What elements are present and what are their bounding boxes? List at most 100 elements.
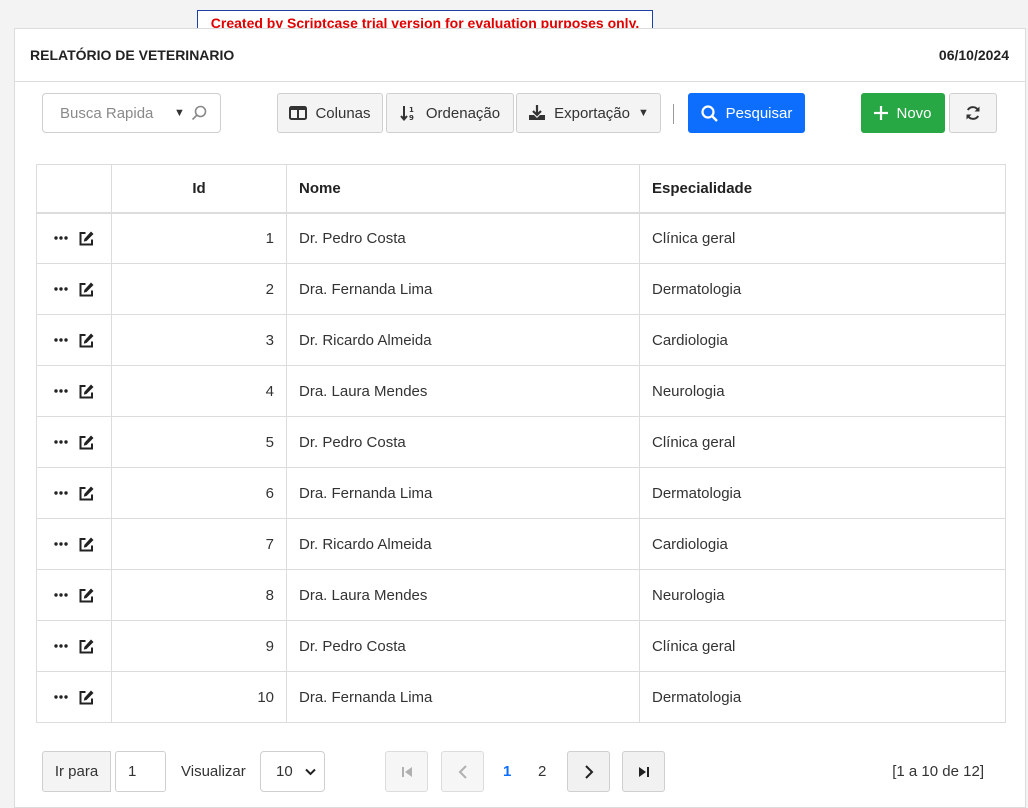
cell-specialty: Clínica geral [639,620,1006,672]
edit-icon[interactable] [78,689,95,706]
search-button[interactable]: Pesquisar [688,93,805,133]
cell-id: 6 [111,467,287,519]
previous-page-button[interactable] [441,751,484,792]
chevron-down-icon [305,763,316,780]
actions-header [36,164,112,214]
page-size-value: 10 [276,763,293,780]
table-row: 5 Dr. Pedro Costa Clínica geral [36,416,1006,468]
page-size-select[interactable]: 10 [260,751,325,792]
row-actions [49,689,99,706]
next-page-button[interactable] [567,751,610,792]
page-title: RELATÓRIO DE VETERINARIO [30,47,235,63]
more-options-icon[interactable] [54,695,68,699]
cell-name: Dr. Ricardo Almeida [286,518,640,570]
last-page-icon [638,766,650,778]
cell-name: Dra. Laura Mendes [286,569,640,621]
toolbar: ▼ Colunas 19 Ordenação Exportação ▼ [15,83,1025,163]
refresh-button[interactable] [949,93,997,133]
cell-specialty: Dermatologia [639,671,1006,723]
more-options-icon[interactable] [54,644,68,648]
export-button[interactable]: Exportação ▼ [516,93,661,133]
more-options-icon[interactable] [54,236,68,240]
more-options-icon[interactable] [54,542,68,546]
search-label: Pesquisar [725,104,793,122]
panel-header: RELATÓRIO DE VETERINARIO 06/10/2024 [15,29,1025,82]
data-table-wrapper: Id Nome Especialidade 1 Dr. Pedro Costa … [36,164,1006,723]
quick-search[interactable]: ▼ [42,93,221,133]
edit-icon[interactable] [78,536,95,553]
export-label: Exportação [554,104,630,122]
svg-text:1: 1 [409,106,414,114]
row-actions-cell [36,365,112,417]
download-icon [528,105,546,121]
more-options-icon[interactable] [54,593,68,597]
more-options-icon[interactable] [54,440,68,444]
cell-specialty: Cardiologia [639,314,1006,366]
column-header-specialty[interactable]: Especialidade [639,164,1006,214]
edit-icon[interactable] [78,230,95,247]
row-actions [49,383,99,400]
column-header-id[interactable]: Id [111,164,287,214]
edit-icon[interactable] [78,485,95,502]
columns-button[interactable]: Colunas [277,93,383,133]
row-actions [49,536,99,553]
search-icon[interactable] [191,105,207,121]
edit-icon[interactable] [78,383,95,400]
cell-id: 2 [111,263,287,315]
cell-name: Dra. Fernanda Lima [286,671,640,723]
cell-id: 8 [111,569,287,621]
last-page-button[interactable] [622,751,665,792]
row-actions-cell [36,212,112,264]
more-options-icon[interactable] [54,389,68,393]
sort-button[interactable]: 19 Ordenação [386,93,514,133]
column-header-name[interactable]: Nome [286,164,640,214]
row-actions [49,485,99,502]
cell-name: Dr. Ricardo Almeida [286,314,640,366]
cell-name: Dr. Pedro Costa [286,212,640,264]
first-page-icon [401,766,413,778]
cell-name: Dr. Pedro Costa [286,620,640,672]
row-actions-cell [36,416,112,468]
search-icon [701,104,718,122]
row-actions [49,230,99,247]
plus-icon [874,106,889,120]
page-link-2[interactable]: 2 [538,763,546,780]
row-actions-cell [36,620,112,672]
quick-search-input[interactable] [58,103,168,123]
report-date: 06/10/2024 [938,47,1009,63]
goto-page-input[interactable] [115,751,166,792]
more-options-icon[interactable] [54,338,68,342]
new-button[interactable]: Novo [861,93,945,133]
edit-icon[interactable] [78,332,95,349]
cell-specialty: Dermatologia [639,467,1006,519]
cell-name: Dra. Laura Mendes [286,365,640,417]
edit-icon[interactable] [78,587,95,604]
cell-specialty: Neurologia [639,365,1006,417]
row-actions-cell [36,314,112,366]
cell-id: 4 [111,365,287,417]
svg-text:9: 9 [409,114,414,121]
toolbar-divider [673,104,674,124]
table-row: 2 Dra. Fernanda Lima Dermatologia [36,263,1006,315]
more-options-icon[interactable] [54,287,68,291]
row-actions [49,434,99,451]
cell-id: 1 [111,212,287,264]
more-options-icon[interactable] [54,491,68,495]
sort-label: Ordenação [425,104,501,122]
cell-id: 5 [111,416,287,468]
first-page-button[interactable] [385,751,428,792]
cell-id: 3 [111,314,287,366]
refresh-icon [965,105,981,121]
edit-icon[interactable] [78,434,95,451]
columns-icon [289,106,308,120]
table-row: 8 Dra. Laura Mendes Neurologia [36,569,1006,621]
edit-icon[interactable] [78,281,95,298]
goto-button[interactable]: Ir para [42,751,111,792]
row-actions-cell [36,467,112,519]
cell-specialty: Dermatologia [639,263,1006,315]
pagination-summary: [1 a 10 de 12] [892,763,984,780]
cell-specialty: Clínica geral [639,212,1006,264]
page-link-1[interactable]: 1 [503,763,511,780]
caret-down-icon[interactable]: ▼ [174,107,185,119]
edit-icon[interactable] [78,638,95,655]
